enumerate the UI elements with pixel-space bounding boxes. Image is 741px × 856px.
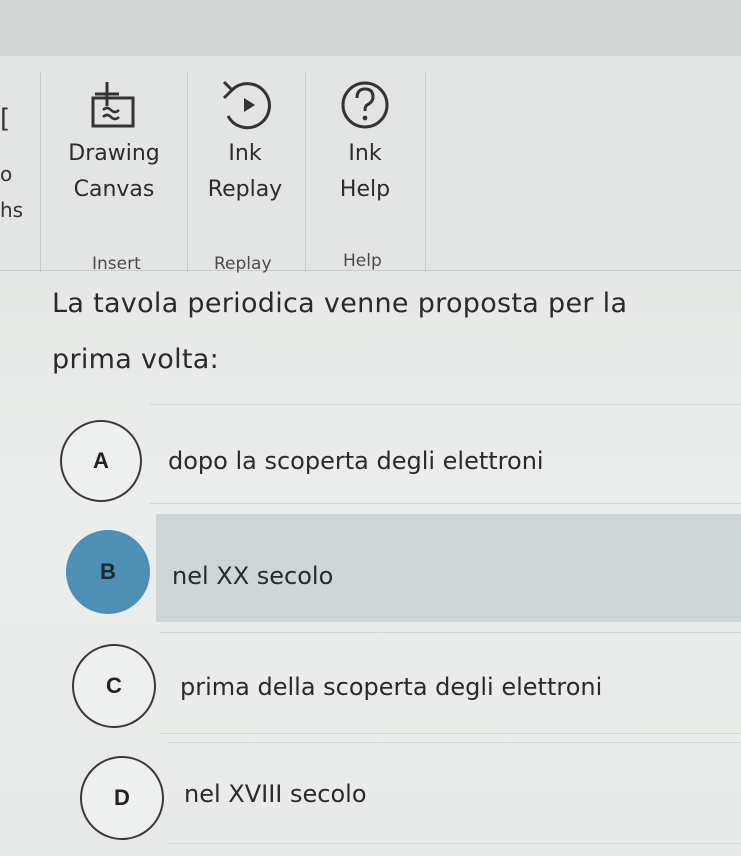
cutoff-label-1: o bbox=[0, 162, 13, 186]
answer-option-a[interactable]: A dopo la scoperta degli elettroni bbox=[60, 404, 741, 504]
answer-option-text: dopo la scoperta degli elettroni bbox=[168, 447, 544, 475]
ribbon-separator bbox=[40, 72, 41, 272]
cutoff-label-2: hs bbox=[0, 198, 24, 222]
ink-replay-button[interactable]: Ink Replay bbox=[190, 76, 300, 210]
answer-option-b[interactable]: B nel XX secolo bbox=[66, 514, 741, 626]
help-icon bbox=[341, 81, 389, 129]
ink-replay-label-1: Ink bbox=[228, 141, 262, 166]
drawing-canvas-label-2: Canvas bbox=[73, 177, 155, 202]
cutoff-icon: [ bbox=[0, 104, 11, 134]
option-letter-badge: A bbox=[60, 420, 142, 502]
answer-option-text: prima della scoperta degli elettroni bbox=[180, 673, 603, 701]
group-label-insert: Insert bbox=[92, 254, 141, 274]
option-letter-badge: C bbox=[72, 644, 156, 728]
question-line-1: La tavola periodica venne proposta per l… bbox=[52, 288, 628, 319]
answer-option-text: nel XVIII secolo bbox=[184, 780, 367, 808]
question-line-2: prima volta: bbox=[52, 344, 219, 375]
answer-option-text: nel XX secolo bbox=[172, 562, 334, 590]
group-label-replay: Replay bbox=[214, 254, 272, 274]
ribbon-separator bbox=[305, 72, 306, 272]
group-label-help: Help bbox=[343, 251, 382, 271]
ink-replay-icon bbox=[222, 80, 271, 130]
answer-option-d[interactable]: D nel XVIII secolo bbox=[80, 742, 741, 846]
answer-option-c[interactable]: C prima della scoperta degli elettroni bbox=[72, 632, 741, 734]
ribbon-separator bbox=[187, 72, 188, 272]
window-top-bar bbox=[0, 0, 741, 56]
question-text: La tavola periodica venne proposta per l… bbox=[52, 276, 732, 388]
ink-help-button[interactable]: Ink Help bbox=[310, 76, 420, 210]
option-letter-badge: D bbox=[80, 756, 164, 840]
ink-help-label-2: Help bbox=[339, 177, 391, 202]
ink-help-label-1: Ink bbox=[348, 141, 382, 166]
drawing-canvas-button[interactable]: Drawing Canvas bbox=[54, 76, 174, 210]
ribbon-separator bbox=[425, 72, 426, 272]
option-letter-badge: B bbox=[66, 530, 150, 614]
drawing-canvas-icon bbox=[91, 82, 135, 128]
ink-replay-label-2: Replay bbox=[207, 177, 283, 202]
drawing-canvas-label-1: Drawing bbox=[68, 141, 160, 166]
